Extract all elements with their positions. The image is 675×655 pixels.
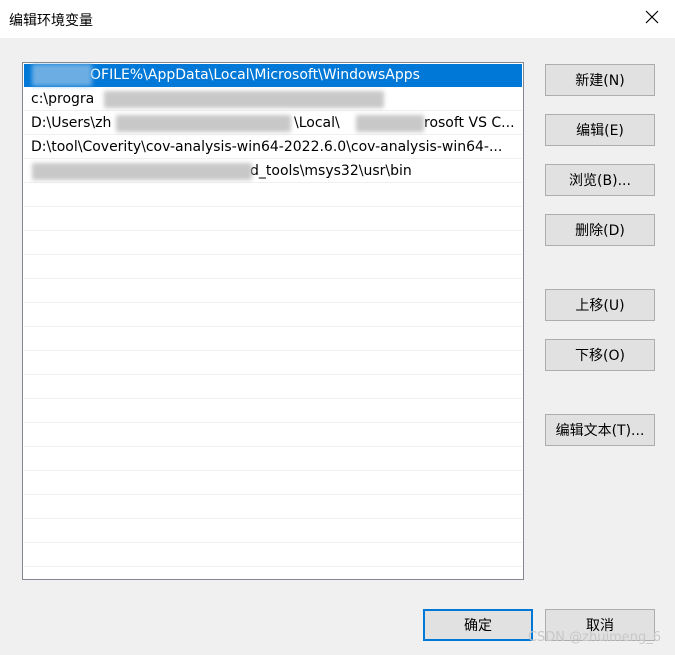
ok-button[interactable]: 确定 (423, 609, 533, 641)
watermark: CSDN @zhuimeng_6 (527, 630, 661, 645)
list-item-empty (24, 352, 522, 375)
redaction-blur (356, 115, 424, 132)
close-button[interactable] (629, 0, 675, 38)
list-item-empty (24, 544, 522, 567)
list-item-empty (24, 232, 522, 255)
list-item-empty (24, 424, 522, 447)
list-item-empty (24, 472, 522, 495)
list-item-empty (24, 496, 522, 519)
list-item-text-fragment: \Local\ (294, 115, 340, 131)
list-item[interactable]: D:\tool\Coverity\cov-analysis-win64-2022… (24, 136, 522, 159)
env-path-list[interactable]: OFILE%\AppData\Local\Microsoft\WindowsAp… (22, 62, 524, 580)
delete-button[interactable]: 删除(D) (545, 214, 655, 246)
list-item-empty (24, 376, 522, 399)
list-item[interactable]: d_tools\msys32\usr\bin (24, 160, 522, 183)
title-bar: 编辑环境变量 (0, 0, 675, 38)
list-item-text: OFILE%\AppData\Local\Microsoft\WindowsAp… (90, 67, 420, 83)
list-item-empty (24, 280, 522, 303)
move-down-button[interactable]: 下移(O) (545, 339, 655, 371)
move-up-button[interactable]: 上移(U) (545, 289, 655, 321)
list-item[interactable]: OFILE%\AppData\Local\Microsoft\WindowsAp… (24, 64, 522, 87)
list-item-empty (24, 448, 522, 471)
list-item[interactable]: D:\Users\zh \Local\ rosoft VS C... (24, 112, 522, 135)
list-item-empty (24, 304, 522, 327)
edit-text-button[interactable]: 编辑文本(T)... (545, 414, 655, 446)
list-item-text: D:\tool\Coverity\cov-analysis-win64-2022… (31, 139, 503, 155)
list-item[interactable]: c:\progra (24, 88, 522, 111)
redaction-blur (32, 163, 252, 180)
list-item-empty (24, 208, 522, 231)
list-item-empty (24, 256, 522, 279)
list-item-empty (24, 184, 522, 207)
close-icon (645, 10, 659, 28)
list-item-empty (24, 520, 522, 543)
edit-button[interactable]: 编辑(E) (545, 114, 655, 146)
list-item-text: d_tools\msys32\usr\bin (250, 163, 412, 179)
redaction-blur (116, 115, 291, 132)
list-item-empty (24, 328, 522, 351)
redaction-blur (32, 64, 92, 86)
window-title: 编辑环境变量 (9, 13, 93, 29)
list-item-text-fragment: rosoft VS C... (424, 115, 515, 131)
list-item-empty (24, 400, 522, 423)
redaction-blur (104, 91, 384, 108)
new-button[interactable]: 新建(N) (545, 64, 655, 96)
list-item-text: D:\Users\zh (31, 115, 112, 131)
browse-button[interactable]: 浏览(B)... (545, 164, 655, 196)
